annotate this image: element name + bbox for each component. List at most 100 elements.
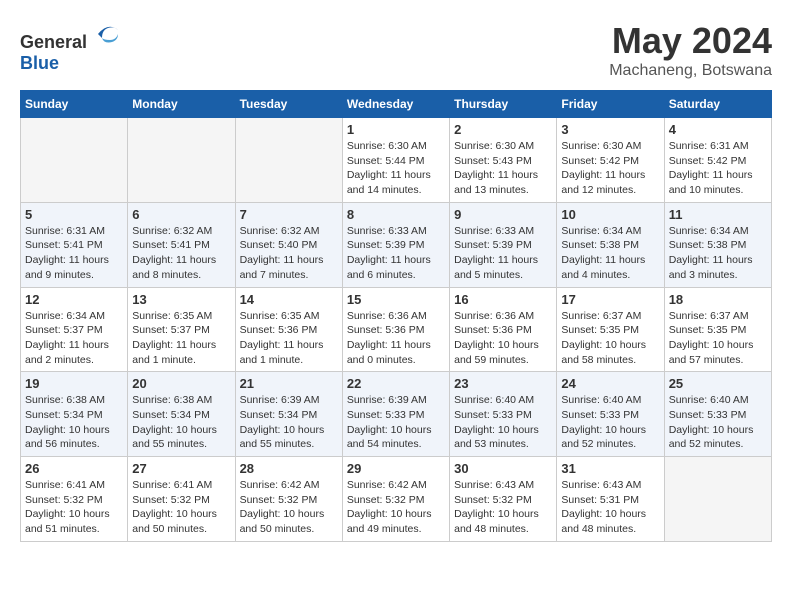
logo-general: General — [20, 32, 87, 52]
day-info: Sunrise: 6:32 AM Sunset: 5:41 PM Dayligh… — [132, 224, 230, 283]
day-number: 22 — [347, 376, 445, 391]
logo-blue: Blue — [20, 53, 59, 73]
day-info: Sunrise: 6:38 AM Sunset: 5:34 PM Dayligh… — [132, 393, 230, 452]
day-number: 17 — [561, 292, 659, 307]
day-info: Sunrise: 6:30 AM Sunset: 5:43 PM Dayligh… — [454, 139, 552, 198]
day-number: 12 — [25, 292, 123, 307]
calendar-day-cell: 24Sunrise: 6:40 AM Sunset: 5:33 PM Dayli… — [557, 372, 664, 457]
logo-icon — [94, 20, 122, 48]
calendar-table: SundayMondayTuesdayWednesdayThursdayFrid… — [20, 90, 772, 542]
month-year-title: May 2024 — [609, 20, 772, 62]
day-info: Sunrise: 6:33 AM Sunset: 5:39 PM Dayligh… — [454, 224, 552, 283]
calendar-day-cell — [235, 118, 342, 203]
calendar-day-cell: 6 Sunrise: 6:32 AM Sunset: 5:41 PM Daylig… — [128, 202, 235, 287]
day-number: 3 — [561, 122, 659, 137]
day-info: Sunrise: 6:36 AM Sunset: 5:36 PM Dayligh… — [347, 309, 445, 368]
day-info: Sunrise: 6:34 AM Sunset: 5:38 PM Dayligh… — [561, 224, 659, 283]
calendar-day-cell: 28Sunrise: 6:42 AM Sunset: 5:32 PM Dayli… — [235, 457, 342, 542]
day-number: 23 — [454, 376, 552, 391]
day-number: 9 — [454, 207, 552, 222]
logo-text: General Blue — [20, 20, 122, 74]
day-info: Sunrise: 6:43 AM Sunset: 5:31 PM Dayligh… — [561, 478, 659, 537]
calendar-day-cell: 27 Sunrise: 6:41 AM Sunset: 5:32 PM Dayli… — [128, 457, 235, 542]
day-number: 2 — [454, 122, 552, 137]
calendar-day-cell: 5 Sunrise: 6:31 AM Sunset: 5:41 PM Daylig… — [21, 202, 128, 287]
day-info: Sunrise: 6:39 AM Sunset: 5:33 PM Dayligh… — [347, 393, 445, 452]
day-info: Sunrise: 6:35 AM Sunset: 5:36 PM Dayligh… — [240, 309, 338, 368]
calendar-day-cell: 4Sunrise: 6:31 AM Sunset: 5:42 PM Daylig… — [664, 118, 771, 203]
day-info: Sunrise: 6:30 AM Sunset: 5:42 PM Dayligh… — [561, 139, 659, 198]
weekday-header: Wednesday — [342, 91, 449, 118]
day-number: 27 — [132, 461, 230, 476]
day-info: Sunrise: 6:37 AM Sunset: 5:35 PM Dayligh… — [561, 309, 659, 368]
day-info: Sunrise: 6:40 AM Sunset: 5:33 PM Dayligh… — [669, 393, 767, 452]
day-info: Sunrise: 6:33 AM Sunset: 5:39 PM Dayligh… — [347, 224, 445, 283]
day-info: Sunrise: 6:42 AM Sunset: 5:32 PM Dayligh… — [240, 478, 338, 537]
calendar-day-cell: 11Sunrise: 6:34 AM Sunset: 5:38 PM Dayli… — [664, 202, 771, 287]
day-number: 7 — [240, 207, 338, 222]
day-number: 1 — [347, 122, 445, 137]
day-number: 4 — [669, 122, 767, 137]
weekday-header: Sunday — [21, 91, 128, 118]
day-info: Sunrise: 6:31 AM Sunset: 5:41 PM Dayligh… — [25, 224, 123, 283]
day-info: Sunrise: 6:40 AM Sunset: 5:33 PM Dayligh… — [454, 393, 552, 452]
calendar-day-cell: 3 Sunrise: 6:30 AM Sunset: 5:42 PM Daylig… — [557, 118, 664, 203]
location-subtitle: Machaneng, Botswana — [609, 62, 772, 80]
calendar-day-cell: 12 Sunrise: 6:34 AM Sunset: 5:37 PM Dayli… — [21, 287, 128, 372]
weekday-header: Thursday — [450, 91, 557, 118]
day-info: Sunrise: 6:35 AM Sunset: 5:37 PM Dayligh… — [132, 309, 230, 368]
calendar-day-cell: 16 Sunrise: 6:36 AM Sunset: 5:36 PM Dayli… — [450, 287, 557, 372]
day-info: Sunrise: 6:32 AM Sunset: 5:40 PM Dayligh… — [240, 224, 338, 283]
day-number: 14 — [240, 292, 338, 307]
day-number: 25 — [669, 376, 767, 391]
day-info: Sunrise: 6:34 AM Sunset: 5:37 PM Dayligh… — [25, 309, 123, 368]
calendar-day-cell: 8Sunrise: 6:33 AM Sunset: 5:39 PM Daylig… — [342, 202, 449, 287]
weekday-header-row: SundayMondayTuesdayWednesdayThursdayFrid… — [21, 91, 772, 118]
logo: General Blue — [20, 20, 122, 74]
day-info: Sunrise: 6:41 AM Sunset: 5:32 PM Dayligh… — [25, 478, 123, 537]
calendar-day-cell: 29Sunrise: 6:42 AM Sunset: 5:32 PM Dayli… — [342, 457, 449, 542]
calendar-week-row: 26 Sunrise: 6:41 AM Sunset: 5:32 PM Dayli… — [21, 457, 772, 542]
calendar-day-cell: 25 Sunrise: 6:40 AM Sunset: 5:33 PM Dayli… — [664, 372, 771, 457]
day-number: 20 — [132, 376, 230, 391]
day-number: 31 — [561, 461, 659, 476]
calendar-day-cell: 22 Sunrise: 6:39 AM Sunset: 5:33 PM Dayli… — [342, 372, 449, 457]
day-number: 16 — [454, 292, 552, 307]
day-number: 6 — [132, 207, 230, 222]
calendar-day-cell: 17 Sunrise: 6:37 AM Sunset: 5:35 PM Dayli… — [557, 287, 664, 372]
day-number: 24 — [561, 376, 659, 391]
calendar-day-cell: 26 Sunrise: 6:41 AM Sunset: 5:32 PM Dayli… — [21, 457, 128, 542]
calendar-day-cell: 20 Sunrise: 6:38 AM Sunset: 5:34 PM Dayli… — [128, 372, 235, 457]
day-info: Sunrise: 6:36 AM Sunset: 5:36 PM Dayligh… — [454, 309, 552, 368]
weekday-header: Tuesday — [235, 91, 342, 118]
calendar-week-row: 1Sunrise: 6:30 AM Sunset: 5:44 PM Daylig… — [21, 118, 772, 203]
day-info: Sunrise: 6:41 AM Sunset: 5:32 PM Dayligh… — [132, 478, 230, 537]
calendar-day-cell: 21Sunrise: 6:39 AM Sunset: 5:34 PM Dayli… — [235, 372, 342, 457]
calendar-day-cell — [21, 118, 128, 203]
day-info: Sunrise: 6:43 AM Sunset: 5:32 PM Dayligh… — [454, 478, 552, 537]
weekday-header: Saturday — [664, 91, 771, 118]
calendar-day-cell: 1Sunrise: 6:30 AM Sunset: 5:44 PM Daylig… — [342, 118, 449, 203]
day-info: Sunrise: 6:38 AM Sunset: 5:34 PM Dayligh… — [25, 393, 123, 452]
calendar-day-cell: 31 Sunrise: 6:43 AM Sunset: 5:31 PM Dayli… — [557, 457, 664, 542]
day-info: Sunrise: 6:39 AM Sunset: 5:34 PM Dayligh… — [240, 393, 338, 452]
day-number: 30 — [454, 461, 552, 476]
calendar-week-row: 19 Sunrise: 6:38 AM Sunset: 5:34 PM Dayli… — [21, 372, 772, 457]
day-info: Sunrise: 6:37 AM Sunset: 5:35 PM Dayligh… — [669, 309, 767, 368]
page-header: General Blue May 2024 Machaneng, Botswan… — [20, 20, 772, 80]
calendar-day-cell: 13 Sunrise: 6:35 AM Sunset: 5:37 PM Dayli… — [128, 287, 235, 372]
calendar-day-cell: 18Sunrise: 6:37 AM Sunset: 5:35 PM Dayli… — [664, 287, 771, 372]
day-info: Sunrise: 6:34 AM Sunset: 5:38 PM Dayligh… — [669, 224, 767, 283]
day-number: 13 — [132, 292, 230, 307]
day-number: 19 — [25, 376, 123, 391]
calendar-day-cell: 14 Sunrise: 6:35 AM Sunset: 5:36 PM Dayli… — [235, 287, 342, 372]
calendar-day-cell: 19 Sunrise: 6:38 AM Sunset: 5:34 PM Dayli… — [21, 372, 128, 457]
day-number: 5 — [25, 207, 123, 222]
calendar-day-cell: 2 Sunrise: 6:30 AM Sunset: 5:43 PM Daylig… — [450, 118, 557, 203]
calendar-day-cell: 9 Sunrise: 6:33 AM Sunset: 5:39 PM Daylig… — [450, 202, 557, 287]
day-info: Sunrise: 6:42 AM Sunset: 5:32 PM Dayligh… — [347, 478, 445, 537]
calendar-day-cell — [664, 457, 771, 542]
calendar-week-row: 5 Sunrise: 6:31 AM Sunset: 5:41 PM Daylig… — [21, 202, 772, 287]
weekday-header: Friday — [557, 91, 664, 118]
day-number: 26 — [25, 461, 123, 476]
